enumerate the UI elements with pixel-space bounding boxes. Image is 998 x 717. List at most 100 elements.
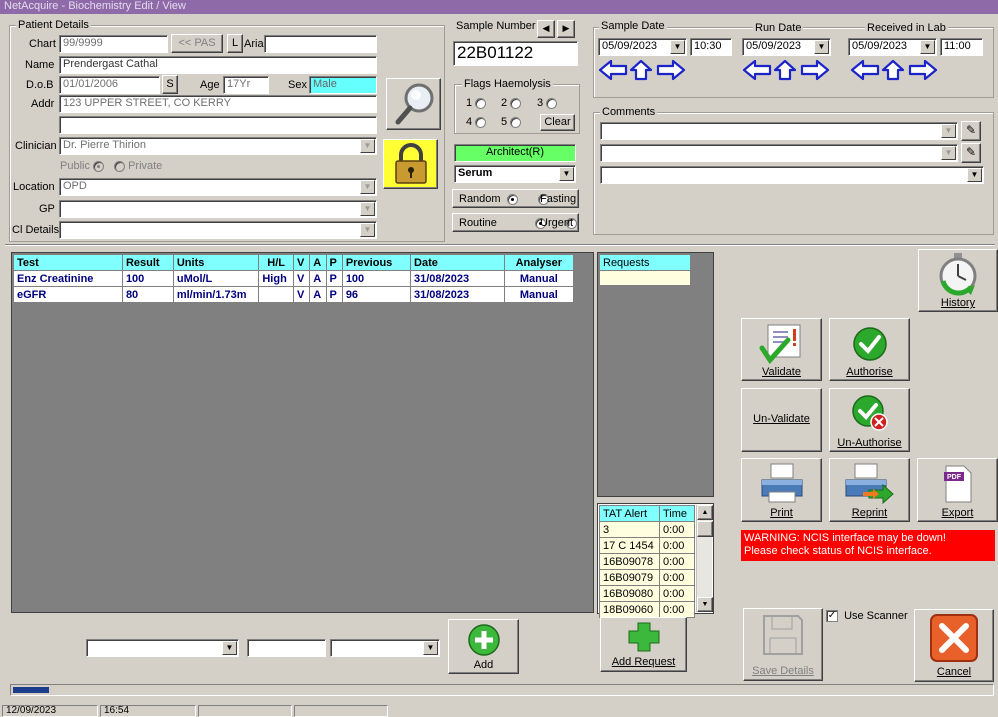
col-a[interactable]: A <box>309 254 327 271</box>
aria-field[interactable] <box>264 35 377 53</box>
col-analyser[interactable]: Analyser <box>503 254 575 271</box>
sample-prev-button[interactable]: ◀ <box>537 20 555 38</box>
chevron-down-icon[interactable]: ▼ <box>559 167 574 181</box>
flag-3-radio[interactable] <box>546 97 558 109</box>
chevron-down-icon[interactable]: ▼ <box>360 139 375 153</box>
lock-button[interactable] <box>383 139 438 189</box>
bottom-text-field[interactable] <box>247 639 326 657</box>
list-item[interactable]: 3 0:00 <box>599 521 695 538</box>
location-select[interactable]: OPD ▼ <box>59 178 377 196</box>
edit-comment-1-button[interactable]: ✎ <box>961 121 981 141</box>
cell-result[interactable]: 80 <box>121 286 174 303</box>
edit-comment-2-button[interactable]: ✎ <box>961 143 981 163</box>
cell-date[interactable]: 31/08/2023 <box>410 286 505 303</box>
add-request-button[interactable]: Add Request <box>600 617 687 672</box>
history-button[interactable]: History <box>918 249 998 312</box>
tat-scrollbar[interactable]: ▲ ▼ <box>696 505 713 612</box>
flag-4-radio[interactable] <box>475 116 487 128</box>
flag-1-radio[interactable] <box>475 97 487 109</box>
validate-button[interactable]: Validate <box>741 318 822 381</box>
search-button[interactable] <box>386 78 441 130</box>
cell-analyser[interactable]: Manual <box>503 270 575 287</box>
comment-select-1[interactable]: ▼ <box>600 122 958 140</box>
cell-p[interactable]: P <box>325 270 343 287</box>
cell-p[interactable]: P <box>325 286 343 303</box>
chevron-down-icon[interactable]: ▼ <box>360 202 375 216</box>
table-row[interactable]: Enz Creatinine 100 uMol/L High V A P 100… <box>13 270 575 287</box>
table-row[interactable]: eGFR 80 ml/min/1.73m V A P 96 31/08/2023… <box>13 286 575 303</box>
l-button[interactable]: L <box>227 34 243 53</box>
cell-units[interactable]: uMol/L <box>172 270 260 287</box>
cell-v[interactable]: V <box>292 270 311 287</box>
chevron-down-icon[interactable]: ▼ <box>670 40 685 54</box>
dob-field[interactable]: 01/01/2006 <box>59 76 160 94</box>
cl-details-select[interactable]: ▼ <box>59 221 377 239</box>
requests-empty-row[interactable] <box>599 270 691 286</box>
public-radio-dot[interactable] <box>93 160 105 172</box>
chevron-down-icon[interactable]: ▼ <box>941 124 956 138</box>
chevron-down-icon[interactable]: ▼ <box>920 40 935 54</box>
s-button[interactable]: S <box>162 75 178 94</box>
comment-select-3[interactable]: ▼ <box>600 166 984 184</box>
print-button[interactable]: Print <box>741 458 822 522</box>
public-radio[interactable]: Public <box>60 160 105 172</box>
flag-2-radio[interactable] <box>510 97 522 109</box>
cancel-button[interactable]: Cancel <box>914 609 994 682</box>
flag-1[interactable]: 1 <box>466 97 487 109</box>
comment-select-2[interactable]: ▼ <box>600 144 958 162</box>
sample-number-field[interactable]: 22B01122 <box>453 41 578 66</box>
cell-a[interactable]: A <box>309 270 327 287</box>
clear-flags-button[interactable]: Clear <box>540 114 575 131</box>
cell-hl[interactable] <box>258 286 294 303</box>
chevron-down-icon[interactable]: ▼ <box>423 641 438 655</box>
flag-5-radio[interactable] <box>510 116 522 128</box>
chevron-down-icon[interactable]: ▼ <box>360 180 375 194</box>
sample-time-field[interactable]: 10:30 <box>690 38 732 56</box>
list-item[interactable]: 18B09060 0:00 <box>599 601 695 618</box>
random-radio[interactable] <box>507 193 518 205</box>
sample-next-button[interactable]: ▶ <box>557 20 575 38</box>
use-scanner-checkbox[interactable]: ✓ Use Scanner <box>826 610 908 623</box>
sample-type-select[interactable]: Serum ▼ <box>454 165 576 183</box>
bottom-select-1[interactable]: ▼ <box>86 639 239 657</box>
col-result[interactable]: Result <box>121 254 174 271</box>
cell-hl[interactable]: High <box>258 270 294 287</box>
scroll-thumb[interactable] <box>697 521 713 537</box>
tat-grid[interactable]: TAT Alert Time 3 0:00 17 C 1454 0:00 16B09… <box>599 505 695 618</box>
reprint-button[interactable]: Reprint <box>829 458 910 522</box>
received-date-arrows[interactable] <box>850 59 940 81</box>
col-units[interactable]: Units <box>172 254 260 271</box>
export-button[interactable]: PDF Export <box>917 458 998 522</box>
addr-field-2[interactable] <box>59 116 377 134</box>
run-date-arrows[interactable] <box>742 59 832 81</box>
private-radio-dot[interactable] <box>114 160 125 172</box>
col-date[interactable]: Date <box>410 254 505 271</box>
received-time-field[interactable]: 11:00 <box>940 38 983 56</box>
age-field[interactable]: 17Yr <box>223 76 269 94</box>
bottom-select-2[interactable]: ▼ <box>330 639 440 657</box>
sample-date-picker[interactable]: 05/09/2023 ▼ <box>598 38 687 56</box>
flag-5[interactable]: 5 <box>501 116 522 128</box>
cell-v[interactable]: V <box>292 286 311 303</box>
results-grid[interactable]: Test Result Units H/L V A P Previous Dat… <box>13 254 575 303</box>
run-date-picker[interactable]: 05/09/2023 ▼ <box>742 38 831 56</box>
clinician-select[interactable]: Dr. Pierre Thirion ▼ <box>59 137 377 155</box>
private-radio[interactable]: Private <box>114 160 162 172</box>
unauthorise-button[interactable]: Un-Authorise <box>829 388 910 452</box>
col-previous[interactable]: Previous <box>341 254 412 271</box>
authorise-button[interactable]: Authorise <box>829 318 910 381</box>
list-item[interactable]: 17 C 1454 0:00 <box>599 537 695 554</box>
col-p[interactable]: P <box>325 254 343 271</box>
list-item[interactable]: 16B09078 0:00 <box>599 553 695 570</box>
col-test[interactable]: Test <box>13 254 123 271</box>
gp-select[interactable]: ▼ <box>59 200 377 218</box>
pas-button[interactable]: << PAS <box>171 34 223 53</box>
list-item[interactable]: 16B09079 0:00 <box>599 569 695 586</box>
cell-test[interactable]: eGFR <box>13 286 123 303</box>
list-item[interactable]: 16B09080 0:00 <box>599 585 695 602</box>
use-scanner-check[interactable]: ✓ <box>826 610 838 623</box>
col-v[interactable]: V <box>292 254 311 271</box>
addr-field-1[interactable]: 123 UPPER STREET, CO KERRY <box>59 95 377 113</box>
chevron-down-icon[interactable]: ▼ <box>222 641 237 655</box>
chevron-down-icon[interactable]: ▼ <box>967 168 982 182</box>
